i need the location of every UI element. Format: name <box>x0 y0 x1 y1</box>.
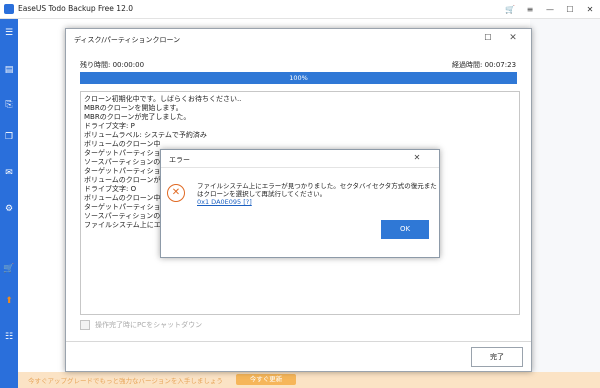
shutdown-label: 操作完了時にPCをシャットダウン <box>95 321 203 329</box>
content-background <box>530 19 600 372</box>
restore-icon[interactable]: ⎘ <box>3 99 15 111</box>
maximize-icon[interactable]: ☐ <box>560 0 580 18</box>
settings-icon[interactable]: ≡ <box>520 0 540 18</box>
error-code-link[interactable]: 0x1 DA0E095 [?] <box>197 198 252 206</box>
minimize-icon[interactable]: — <box>540 0 560 18</box>
tools-icon[interactable]: ⚙ <box>3 203 15 215</box>
close-icon[interactable]: ✕ <box>411 152 423 164</box>
maximize-icon[interactable]: ☐ <box>482 32 494 44</box>
done-button[interactable]: 完了 <box>471 347 523 367</box>
app-logo-icon <box>4 4 14 14</box>
log-line: MBRのクローンを開始します。 <box>84 104 183 112</box>
clone-icon[interactable]: ❐ <box>3 131 15 143</box>
divider <box>161 167 439 168</box>
app-title: EaseUS Todo Backup Free 12.0 <box>18 4 133 13</box>
log-line: ボリュームラベル: システムで予約済み <box>84 131 207 139</box>
error-message: ファイルシステム上にエラーが見つかりました。セクタバイセクタ方式の復元またはクロ… <box>197 182 437 198</box>
close-icon[interactable]: ✕ <box>507 32 519 44</box>
log-line: ボリュームのクローン中 <box>84 140 161 148</box>
title-bar-icons: 🛒 ≡ — ☐ ✕ <box>500 0 600 18</box>
sidebar: ☰ ▤ ⎘ ❐ ✉ ⚙ 🛒 ⬆ ☷ <box>0 19 18 388</box>
dialog-title: ディスク/パーティションクローン <box>74 36 181 44</box>
shutdown-checkbox[interactable] <box>80 320 90 330</box>
cart-icon[interactable]: 🛒 <box>3 263 15 275</box>
divider <box>66 341 531 342</box>
log-line: MBRのクローンが完了しました。 <box>84 113 191 121</box>
log-line: ドライブ文字: P <box>84 122 135 130</box>
error-icon: ✕ <box>167 184 185 202</box>
close-icon[interactable]: ✕ <box>580 0 600 18</box>
log-line: クローン初期化中です。しばらくお待ちください.. <box>84 95 242 103</box>
promo-text: 今すぐアップグレードでもっと強力なバージョンを入手しましょう <box>28 377 223 385</box>
progress-text: 100% <box>289 74 308 82</box>
mail-icon[interactable]: ✉ <box>3 167 15 179</box>
remaining-time: 残り時間: 00:00:00 <box>80 61 145 69</box>
log-line: ドライブ文字: O <box>84 185 137 193</box>
logs-icon[interactable]: ☷ <box>3 331 15 343</box>
error-dialog: エラー ✕ ✕ ファイルシステム上にエラーが見つかりました。セクタバイセクタ方式… <box>160 149 440 258</box>
ok-button[interactable]: OK <box>381 220 429 239</box>
title-bar: EaseUS Todo Backup Free 12.0 🛒 ≡ — ☐ ✕ <box>0 0 600 19</box>
cart-icon[interactable]: 🛒 <box>500 0 520 18</box>
log-line: ボリュームのクローン中 <box>84 194 161 202</box>
shutdown-option[interactable]: 操作完了時にPCをシャットダウン <box>80 320 202 330</box>
menu-icon[interactable]: ☰ <box>3 27 15 39</box>
promo-upgrade-button[interactable]: 今すぐ更新 <box>236 374 296 385</box>
progress-bar: 100% <box>80 72 517 84</box>
elapsed-time: 経過時間: 00:07:23 <box>452 61 517 69</box>
backup-icon[interactable]: ▤ <box>3 64 15 76</box>
error-title: エラー <box>169 156 190 164</box>
upgrade-icon[interactable]: ⬆ <box>3 295 15 307</box>
